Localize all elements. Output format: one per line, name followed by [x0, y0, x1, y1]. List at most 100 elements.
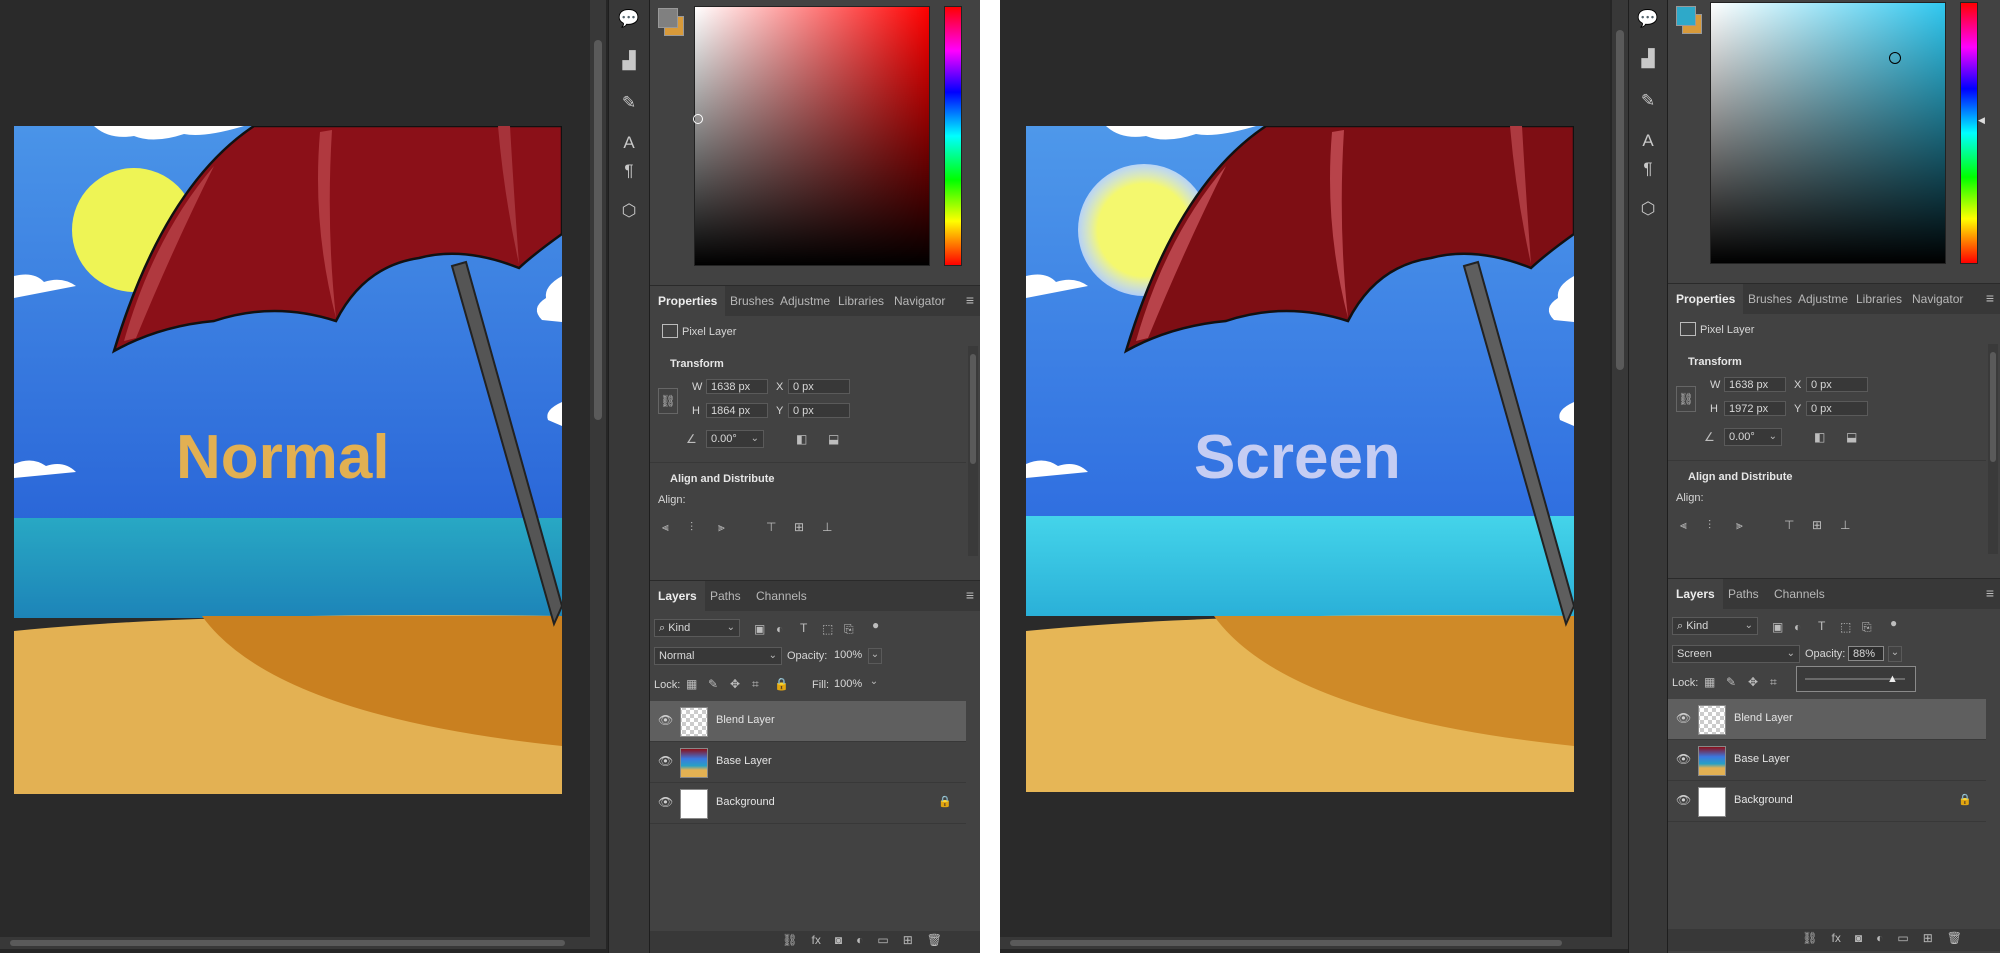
blend-mode-select[interactable]: Normal ⌄ — [654, 647, 782, 665]
filter-adjustment-icon[interactable]: ◐ — [1794, 620, 1801, 634]
3d-icon[interactable]: ⬡ — [1629, 198, 1667, 220]
align-right-icon[interactable]: ⫸ — [718, 520, 725, 535]
tab-paths[interactable]: Paths — [1728, 579, 1759, 609]
layer-row-background[interactable]: 👁 Background 🔒 — [1668, 781, 1986, 822]
flip-horizontal-icon[interactable]: ◧ — [1814, 430, 1825, 444]
align-bottom-icon[interactable]: ⊥ — [822, 520, 832, 534]
character-icon[interactable]: A — [609, 132, 649, 154]
link-layers-icon[interactable]: ⛓ — [782, 933, 797, 947]
layer-kind-filter[interactable]: ⌕ Kind ⌄ — [654, 619, 740, 637]
filter-shape-icon[interactable]: ⬚ — [1840, 620, 1851, 634]
layer-row-background[interactable]: 👁 Background 🔒 — [650, 783, 966, 824]
adjustment-layer-icon[interactable]: ◐ — [1876, 931, 1883, 945]
y-field[interactable]: 0 px — [1806, 401, 1868, 416]
tab-navigator[interactable]: Navigator — [894, 286, 945, 316]
3d-icon[interactable]: ⬡ — [609, 200, 649, 222]
histogram-icon[interactable]: ▟ — [609, 50, 649, 72]
chain-link-icon[interactable]: ⛓ — [1676, 386, 1696, 412]
eye-icon[interactable]: 👁 — [1676, 711, 1691, 725]
filter-adjustment-icon[interactable]: ◐ — [776, 622, 783, 636]
tab-channels[interactable]: Channels — [1774, 579, 1825, 609]
eye-icon[interactable]: 👁 — [658, 713, 673, 727]
lock-artboard-icon[interactable]: ⌗ — [1770, 675, 1777, 690]
tab-paths[interactable]: Paths — [710, 581, 741, 611]
align-left-icon[interactable]: ⫷ — [1680, 518, 1687, 533]
chevron-down-icon[interactable]: ⌄ — [1888, 646, 1902, 662]
canvas-horizontal-scrollbar[interactable] — [0, 937, 606, 949]
lock-pixels-icon[interactable]: ✎ — [1726, 675, 1736, 689]
x-field[interactable]: 0 px — [1806, 377, 1868, 392]
properties-scrollbar[interactable] — [1988, 344, 1998, 554]
layer-row-blend[interactable]: 👁 Blend Layer — [1668, 699, 1986, 740]
lock-all-icon[interactable]: 🔒 — [774, 677, 789, 691]
histogram-icon[interactable]: ▟ — [1629, 48, 1667, 70]
angle-field[interactable]: 0.00° ⌄ — [706, 430, 764, 448]
align-left-icon[interactable]: ⫷ — [662, 520, 669, 535]
flip-vertical-icon[interactable]: ⬓ — [828, 432, 839, 446]
align-middle-icon[interactable]: ⊞ — [1812, 518, 1822, 532]
foreground-color-swatch[interactable] — [1676, 6, 1696, 26]
canvas-vertical-scrollbar[interactable] — [1612, 0, 1628, 937]
eye-icon[interactable]: 👁 — [658, 795, 673, 809]
height-field[interactable]: 1972 px — [1724, 401, 1786, 416]
filter-pixel-icon[interactable]: ▣ — [1772, 620, 1783, 634]
filter-smart-object-icon[interactable]: ⎘ — [844, 622, 854, 637]
align-section-title[interactable]: Align and Distribute — [1688, 471, 1793, 483]
properties-scrollbar[interactable] — [968, 346, 978, 556]
align-top-icon[interactable]: ⊤ — [1784, 518, 1794, 532]
tab-layers[interactable]: Layers — [650, 581, 705, 611]
blend-mode-select[interactable]: Screen ⌄ — [1672, 645, 1800, 663]
character-icon[interactable]: A — [1629, 130, 1667, 152]
chevron-down-icon[interactable]: ⌄ — [868, 676, 880, 690]
tab-navigator[interactable]: Navigator — [1912, 284, 1963, 314]
add-mask-icon[interactable]: ◙ — [835, 933, 842, 947]
filter-smart-object-icon[interactable]: ⎘ — [1862, 620, 1872, 635]
foreground-color-swatch[interactable] — [658, 8, 678, 28]
width-field[interactable]: 1638 px — [706, 379, 768, 394]
panel-menu-icon[interactable]: ≡ — [1986, 284, 1994, 312]
layer-row-base[interactable]: 👁 Base Layer — [1668, 740, 1986, 781]
x-field[interactable]: 0 px — [788, 379, 850, 394]
filter-toggle-icon[interactable]: ● — [1890, 616, 1897, 630]
paragraph-icon[interactable]: ¶ — [609, 160, 649, 182]
tab-libraries[interactable]: Libraries — [838, 286, 884, 316]
lock-position-icon[interactable]: ✥ — [1748, 675, 1758, 689]
align-section-title[interactable]: Align and Distribute — [670, 473, 775, 485]
align-center-icon[interactable]: ⫶ — [690, 520, 693, 535]
layer-kind-filter[interactable]: ⌕ Kind ⌄ — [1672, 617, 1758, 635]
new-layer-icon[interactable]: ⊞ — [903, 933, 913, 947]
layer-row-base[interactable]: 👁 Base Layer — [650, 742, 966, 783]
transform-section-title[interactable]: Transform — [670, 358, 724, 370]
comment-icon[interactable]: 💬 — [609, 8, 649, 30]
color-saturation-field[interactable] — [1710, 2, 1946, 264]
align-center-icon[interactable]: ⫶ — [1708, 518, 1711, 533]
link-layers-icon[interactable]: ⛓ — [1802, 931, 1817, 945]
y-field[interactable]: 0 px — [788, 403, 850, 418]
hue-slider[interactable] — [1960, 2, 1978, 264]
filter-type-icon[interactable]: T — [800, 621, 807, 635]
new-group-icon[interactable]: ▭ — [1897, 931, 1908, 945]
tab-adjustments[interactable]: Adjustme — [1798, 284, 1848, 314]
eye-icon[interactable]: 👁 — [658, 754, 673, 768]
tab-adjustments[interactable]: Adjustme — [780, 286, 830, 316]
flip-vertical-icon[interactable]: ⬓ — [1846, 430, 1857, 444]
opacity-field[interactable]: 100% — [830, 648, 866, 663]
lock-pixels-icon[interactable]: ✎ — [708, 677, 718, 691]
tab-layers[interactable]: Layers — [1668, 579, 1723, 609]
lock-position-icon[interactable]: ✥ — [730, 677, 740, 691]
flip-horizontal-icon[interactable]: ◧ — [796, 432, 807, 446]
chain-link-icon[interactable]: ⛓ — [658, 388, 678, 414]
filter-shape-icon[interactable]: ⬚ — [822, 622, 833, 636]
opacity-field[interactable]: 88% — [1848, 646, 1884, 661]
panel-menu-icon[interactable]: ≡ — [966, 286, 974, 314]
align-right-icon[interactable]: ⫸ — [1736, 518, 1743, 533]
filter-type-icon[interactable]: T — [1818, 619, 1825, 633]
lock-artboard-icon[interactable]: ⌗ — [752, 677, 759, 692]
align-top-icon[interactable]: ⊤ — [766, 520, 776, 534]
paragraph-icon[interactable]: ¶ — [1629, 158, 1667, 180]
tab-properties[interactable]: Properties — [650, 286, 726, 316]
align-middle-icon[interactable]: ⊞ — [794, 520, 804, 534]
brush-settings-icon[interactable]: ✎ — [609, 92, 649, 114]
comment-icon[interactable]: 💬 — [1629, 8, 1667, 30]
align-bottom-icon[interactable]: ⊥ — [1840, 518, 1850, 532]
